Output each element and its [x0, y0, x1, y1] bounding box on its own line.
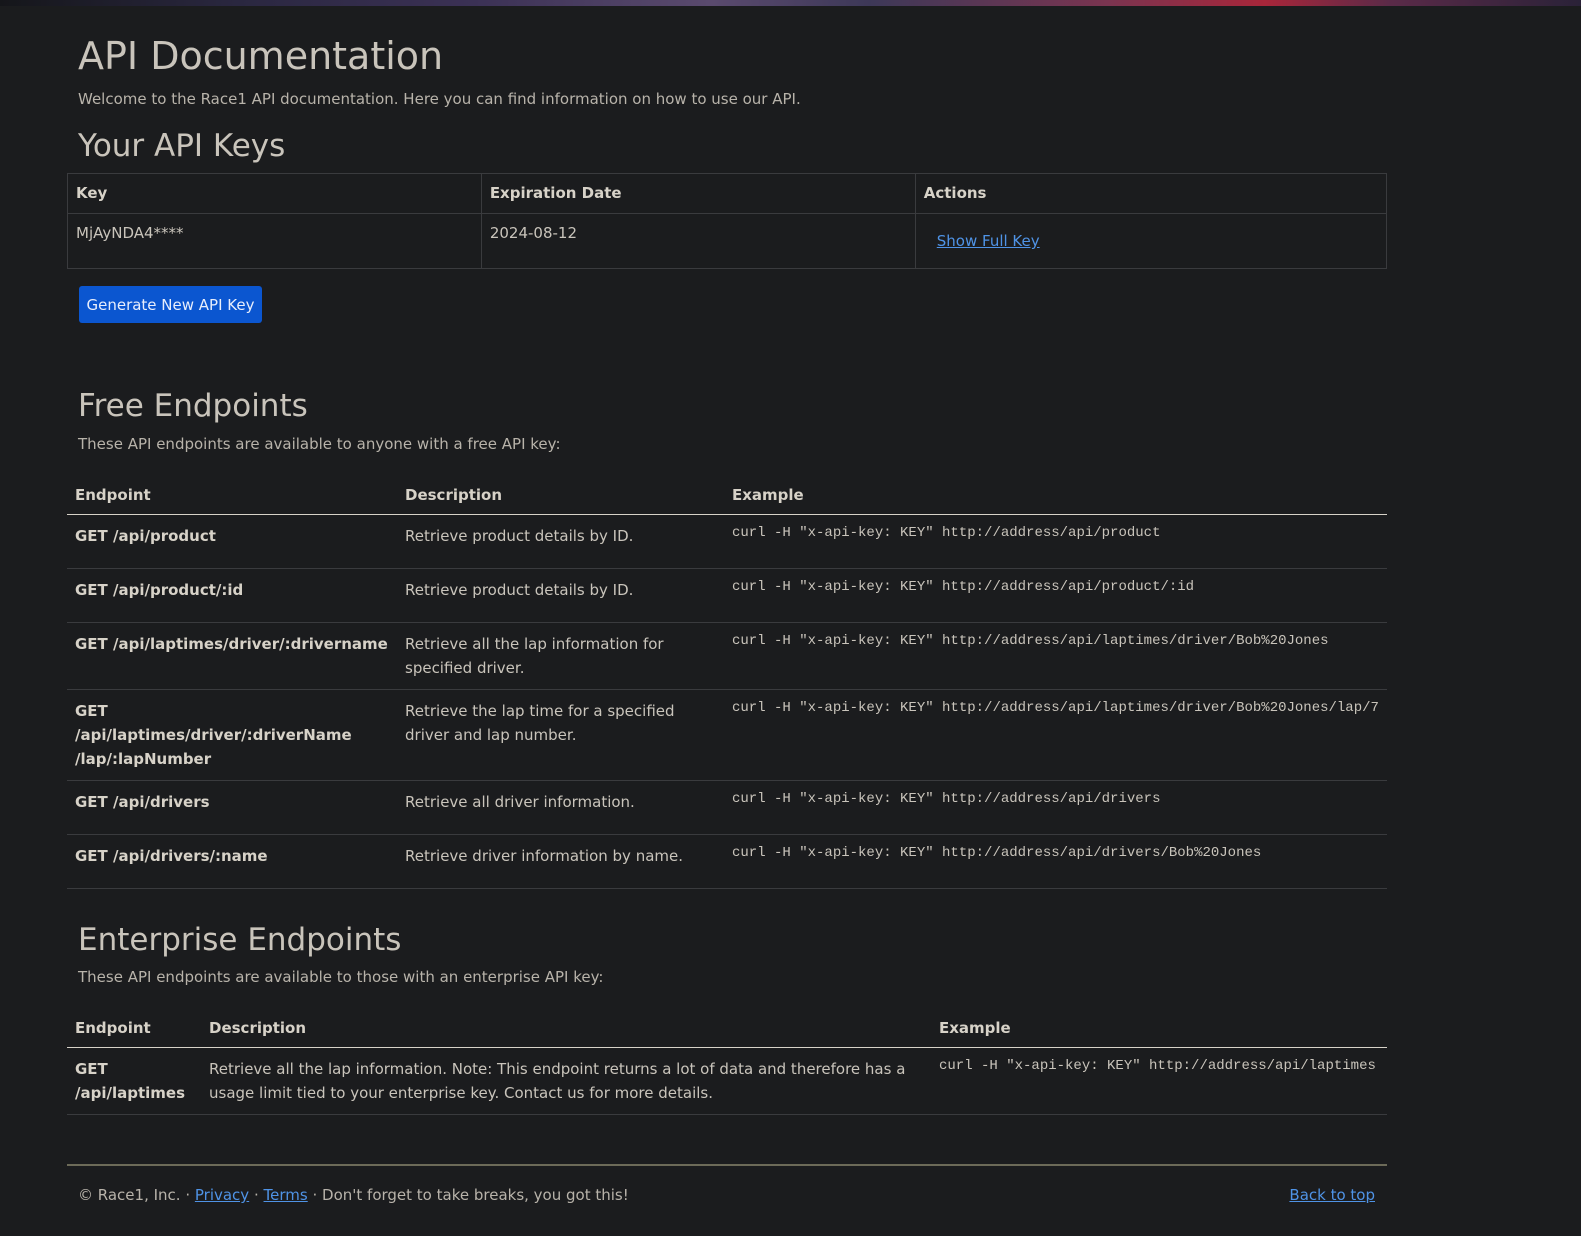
table-row: GET /api/product Retrieve product detail… — [67, 514, 1387, 569]
column-header-endpoint: Endpoint — [67, 476, 397, 515]
api-key-actions: Show Full Key — [914, 213, 1388, 269]
endpoint-example: curl -H "x-api-key: KEY" http://address/… — [724, 780, 1387, 835]
endpoint-example: curl -H "x-api-key: KEY" http://address/… — [724, 514, 1387, 569]
column-header-key: Key — [67, 173, 482, 214]
endpoint-path: GET /api/drivers/:name — [67, 834, 397, 889]
endpoint-description: Retrieve all the lap information for spe… — [397, 622, 724, 690]
endpoint-example: curl -H "x-api-key: KEY" http://address/… — [931, 1047, 1387, 1115]
endpoint-path: GET /api/product/:id — [67, 568, 397, 623]
table-header-row: Key Expiration Date Actions — [67, 173, 1388, 214]
footer-tagline: · Don't forget to take breaks, you got t… — [312, 1186, 629, 1204]
column-header-example: Example — [724, 476, 1387, 515]
footer-separator: · — [253, 1186, 259, 1204]
table-row: GET /api/drivers/:name Retrieve driver i… — [67, 834, 1387, 889]
endpoint-example: curl -H "x-api-key: KEY" http://address/… — [724, 622, 1387, 690]
back-to-top-link[interactable]: Back to top — [1289, 1186, 1375, 1204]
column-header-actions: Actions — [914, 173, 1388, 214]
table-row: MjAyNDA4**** 2024-08-12 Show Full Key — [67, 213, 1388, 269]
column-header-endpoint: Endpoint — [67, 1009, 201, 1048]
page-intro: Welcome to the Race1 API documentation. … — [78, 90, 801, 108]
endpoint-description: Retrieve driver information by name. — [397, 834, 724, 889]
endpoint-example: curl -H "x-api-key: KEY" http://address/… — [724, 689, 1387, 781]
endpoint-description: Retrieve all driver information. — [397, 780, 724, 835]
endpoint-description: Retrieve all the lap information. Note: … — [201, 1047, 931, 1115]
table-row: GET /api/laptimes Retrieve all the lap i… — [67, 1047, 1387, 1115]
table-header-row: Endpoint Description Example — [67, 476, 1387, 515]
table-row: GET /api/laptimes/driver/:driverName /la… — [67, 689, 1387, 781]
footer-copyright: © Race1, Inc. · — [78, 1186, 191, 1204]
footer-info: © Race1, Inc. · Privacy · Terms · Don't … — [78, 1186, 629, 1204]
enterprise-endpoints-lead: These API endpoints are available to tho… — [78, 968, 604, 986]
api-keys-table: Key Expiration Date Actions MjAyNDA4****… — [67, 173, 1388, 269]
table-row: GET /api/product/:id Retrieve product de… — [67, 568, 1387, 623]
endpoint-description: Retrieve product details by ID. — [397, 514, 724, 569]
api-keys-heading: Your API Keys — [78, 128, 286, 164]
column-header-expiration: Expiration Date — [480, 173, 916, 214]
footer-divider — [67, 1164, 1387, 1166]
page-title: API Documentation — [78, 34, 444, 78]
free-endpoints-heading: Free Endpoints — [78, 388, 308, 424]
terms-link[interactable]: Terms — [264, 1186, 308, 1204]
generate-api-key-button[interactable]: Generate New API Key — [79, 286, 262, 323]
endpoint-description: Retrieve product details by ID. — [397, 568, 724, 623]
table-header-row: Endpoint Description Example — [67, 1009, 1387, 1048]
show-full-key-link[interactable]: Show Full Key — [937, 232, 1040, 250]
table-row: GET /api/laptimes/driver/:drivername Ret… — [67, 622, 1387, 690]
enterprise-endpoints-table: Endpoint Description Example GET /api/la… — [67, 1009, 1387, 1115]
endpoint-example: curl -H "x-api-key: KEY" http://address/… — [724, 568, 1387, 623]
enterprise-endpoints-heading: Enterprise Endpoints — [78, 922, 402, 958]
column-header-description: Description — [201, 1009, 931, 1048]
free-endpoints-lead: These API endpoints are available to any… — [78, 435, 561, 453]
api-key-value: MjAyNDA4**** — [67, 213, 482, 269]
endpoint-example: curl -H "x-api-key: KEY" http://address/… — [724, 834, 1387, 889]
free-endpoints-table: Endpoint Description Example GET /api/pr… — [67, 476, 1387, 889]
table-row: GET /api/drivers Retrieve all driver inf… — [67, 780, 1387, 835]
privacy-link[interactable]: Privacy — [195, 1186, 249, 1204]
endpoint-description: Retrieve the lap time for a specified dr… — [397, 689, 724, 781]
header-banner-image — [0, 0, 1581, 6]
endpoint-path: GET /api/laptimes/driver/:driverName /la… — [67, 689, 397, 781]
api-key-expiration: 2024-08-12 — [480, 213, 916, 269]
column-header-description: Description — [397, 476, 724, 515]
footer-back-to-top: Back to top — [1289, 1186, 1375, 1204]
column-header-example: Example — [931, 1009, 1387, 1048]
endpoint-path: GET /api/laptimes/driver/:drivername — [67, 622, 397, 690]
endpoint-path: GET /api/drivers — [67, 780, 397, 835]
endpoint-path: GET /api/laptimes — [67, 1047, 201, 1115]
endpoint-path: GET /api/product — [67, 514, 397, 569]
